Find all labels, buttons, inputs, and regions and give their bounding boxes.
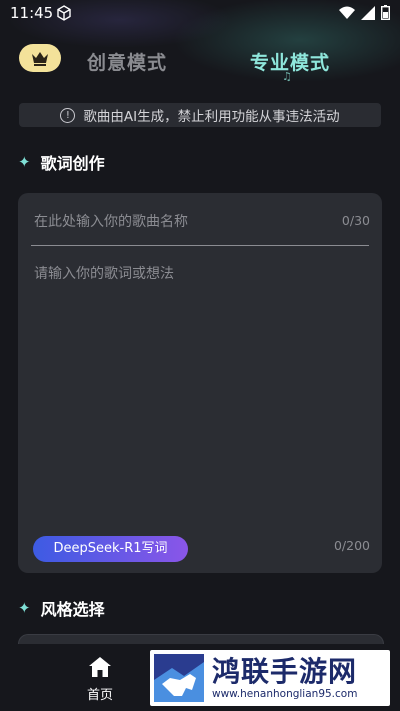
- watermark-url: www.henanhonglian95.com: [212, 688, 358, 700]
- notice-banner: ! 歌曲由AI生成，禁止利用功能从事违法活动: [19, 103, 381, 127]
- divider: [31, 245, 369, 246]
- status-icons: [339, 5, 390, 20]
- signal-icon: [361, 5, 375, 20]
- vip-crown-button[interactable]: [19, 44, 61, 72]
- lyrics-input[interactable]: 请输入你的歌词或想法: [34, 263, 174, 283]
- music-note-icon: ♫: [282, 70, 292, 83]
- nav-home-label: 首页: [86, 688, 113, 703]
- info-icon: !: [60, 107, 76, 123]
- lyrics-card: 在此处输入你的歌曲名称 0/30 请输入你的歌词或想法 DeepSeek-R1写…: [18, 193, 382, 573]
- battery-icon: [381, 5, 390, 20]
- cube-icon: [57, 5, 71, 21]
- home-icon: [89, 657, 111, 677]
- style-section-heading: ✦ 风格选择: [18, 596, 105, 620]
- status-bar: 11:45: [0, 0, 400, 28]
- tab-creative-mode[interactable]: 创意模式: [87, 48, 167, 75]
- watermark: 鸿联手游网 www.henanhonglian95.com: [150, 650, 390, 706]
- song-name-input[interactable]: 在此处输入你的歌曲名称: [34, 211, 188, 231]
- lyrics-section-heading: ✦ 歌词创作: [18, 150, 105, 174]
- deepseek-write-button[interactable]: DeepSeek-R1写词: [33, 536, 188, 562]
- lyrics-section-title: 歌词创作: [40, 154, 105, 173]
- watermark-logo: [150, 650, 208, 706]
- status-time: 11:45: [10, 4, 54, 22]
- watermark-title: 鸿联手游网: [212, 655, 358, 688]
- nav-home[interactable]: 首页: [84, 656, 116, 703]
- lyrics-counter: 0/200: [333, 538, 370, 553]
- notice-text: 歌曲由AI生成，禁止利用功能从事违法活动: [83, 109, 340, 125]
- song-name-counter: 0/30: [341, 213, 370, 228]
- wifi-icon: [339, 6, 355, 19]
- sparkle-icon: ✦: [18, 599, 31, 617]
- crown-icon: [32, 51, 48, 66]
- sparkle-icon: ✦: [18, 153, 31, 171]
- style-section-title: 风格选择: [40, 600, 105, 619]
- bull-logo-icon: [154, 654, 204, 702]
